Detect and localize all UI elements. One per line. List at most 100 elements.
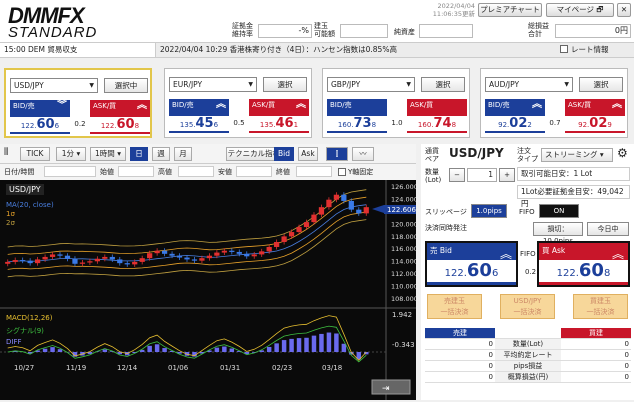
sell-close-all-button[interactable]: 売建玉 一括決済: [427, 294, 482, 319]
rate-panel-eurjpy[interactable]: EUR/JPY▼ 選択 BID/売︽135.456 0.5 ASK/買︽135.…: [164, 68, 312, 138]
macd-tick-low: -0.343: [392, 341, 415, 349]
hour-select[interactable]: 1時間 ▾: [90, 147, 126, 161]
table-row: 0平均約定レート0: [425, 350, 631, 361]
select-button[interactable]: 選択: [421, 77, 465, 92]
select-button[interactable]: 選択中: [104, 78, 148, 93]
y-tick-label: 108.000: [391, 295, 416, 303]
order-ask-button[interactable]: 買 Ask ︽ 122.608: [537, 241, 630, 287]
available-value: [340, 24, 388, 38]
margin-info: 1Lot必要証拠金目安：49,042円: [517, 185, 630, 199]
candle-body: [87, 261, 92, 262]
month-button[interactable]: 月: [174, 147, 192, 161]
bid-button[interactable]: BID/売︽135.456: [169, 99, 229, 133]
sell-header: 売建: [425, 328, 495, 339]
low-label: 安値: [218, 167, 232, 177]
day-button[interactable]: 日: [130, 147, 148, 161]
fifo-toggle[interactable]: ON: [539, 204, 579, 218]
candle-body: [42, 257, 47, 259]
y-tick-label: 116.000: [391, 245, 416, 253]
order-bid-button[interactable]: 売 Bid ︽ 122.606: [425, 241, 518, 287]
x-tick-label: 01/06: [168, 364, 189, 372]
datetime-value: [44, 166, 96, 177]
qty-minus-button[interactable]: −: [449, 168, 465, 182]
high-label: 高値: [158, 167, 172, 177]
macd-bar: [327, 333, 331, 352]
order-type-label: 注文 タイプ: [517, 147, 538, 163]
macd-bar: [274, 343, 278, 352]
minute-select[interactable]: 1分 ▾: [56, 147, 86, 161]
scroll-right-button[interactable]: [372, 380, 410, 394]
indicator-line: [8, 205, 367, 262]
qty-plus-button[interactable]: +: [499, 168, 515, 182]
qty-input[interactable]: 1: [467, 168, 497, 182]
price-chart[interactable]: 126.000124.000122.000120.000118.000116.0…: [0, 180, 416, 400]
candle-body: [35, 259, 40, 263]
buy-close-all-button[interactable]: 買建玉 一括決済: [573, 294, 628, 319]
candle-body: [102, 257, 107, 259]
pair-select[interactable]: USD/JPY▼: [10, 78, 98, 93]
order-type-select[interactable]: ストリーミング ▾: [541, 148, 613, 162]
candle-body: [349, 201, 354, 210]
chevron-double-up-icon: ︽: [296, 101, 306, 109]
macd-bar: [304, 338, 308, 352]
arrow-right-icon: ⇥: [382, 384, 390, 394]
ask-toggle[interactable]: Ask: [298, 147, 318, 161]
line-chart-icon[interactable]: 〰: [352, 147, 374, 161]
candle-chart-icon[interactable]: ⫿: [326, 147, 348, 161]
rate-panel-gbpjpy[interactable]: GBP/JPY▼ 選択 BID/売160.738 1.0 ASK/買160.74…: [322, 68, 470, 138]
macd-bar: [267, 347, 271, 352]
rate-panel-usdjpy[interactable]: USD/JPY▼ 選択中 BID/売︾122.606 0.2 ASK/買︽122…: [4, 68, 152, 138]
table-row: 0概算損益(円)0: [425, 372, 631, 383]
premium-chart-button[interactable]: プレミアチャート: [478, 3, 542, 17]
chart-svg[interactable]: 126.000124.000122.000120.000118.000116.0…: [0, 180, 416, 400]
ask-button[interactable]: ASK/買︽92.029: [565, 99, 625, 133]
macd-bar: [334, 333, 338, 352]
order-panel: 通貨 ペア USD/JPY 注文 タイプ ストリーミング ▾ ⚙ 数量 (Lot…: [421, 144, 634, 400]
select-button[interactable]: 選択: [263, 77, 307, 92]
pair-select[interactable]: AUD/JPY▼: [485, 77, 573, 92]
candle-body: [304, 222, 309, 227]
mypage-button[interactable]: マイページ 🗗: [546, 3, 614, 17]
week-button[interactable]: 週: [152, 147, 170, 161]
economic-event[interactable]: 15:00 DEM 貿易収支: [0, 43, 156, 57]
yfix-checkbox[interactable]: [338, 168, 346, 176]
select-button[interactable]: 選択: [579, 77, 623, 92]
stop-loss-button[interactable]: 損切：10.0pips: [533, 222, 583, 236]
bid-button[interactable]: BID/売160.738: [327, 99, 387, 133]
ask-button[interactable]: ASK/買︽135.461: [249, 99, 309, 133]
bid-price: 92.022: [485, 116, 545, 131]
macd-bar: [342, 344, 346, 352]
rate-info-checkbox[interactable]: [560, 45, 568, 53]
candle-body: [95, 259, 100, 261]
bid-price: 160.738: [327, 116, 387, 131]
ask-button[interactable]: ASK/買160.748: [407, 99, 467, 133]
today-button[interactable]: 今日中: [587, 222, 629, 236]
fifo-label: FIFO: [519, 208, 535, 216]
order-bid-price: 122.606: [427, 260, 516, 282]
pair-select[interactable]: EUR/JPY▼: [169, 77, 257, 92]
tick-button[interactable]: TICK: [20, 147, 50, 161]
y-tick-label: 120.000: [391, 220, 416, 228]
close-button[interactable]: ✕: [617, 3, 631, 17]
ask-button[interactable]: ASK/買︽122.608: [90, 100, 150, 134]
news-ticker[interactable]: 2022/04/04 10:29 香港株寄り付き（4日）：ハンセン指数は0.85…: [160, 43, 550, 57]
pair-close-all-button[interactable]: USD/JPY 一括決済: [500, 294, 555, 319]
macd-bar: [43, 349, 47, 352]
macd-bar: [147, 346, 151, 352]
bid-button[interactable]: BID/売︽92.022: [485, 99, 545, 133]
bid-button[interactable]: BID/売︾122.606: [10, 100, 70, 134]
spread: 0.2: [70, 120, 90, 128]
gear-icon[interactable]: ⚙: [617, 146, 628, 160]
candle-body: [132, 262, 137, 264]
candle-body: [147, 253, 152, 258]
bid-toggle[interactable]: Bid: [274, 147, 294, 161]
macd-bar: [297, 338, 301, 352]
total-pl-value: 0円: [555, 24, 631, 38]
candle-icon[interactable]: ⫴: [4, 147, 8, 158]
pair-select[interactable]: GBP/JPY▼: [327, 77, 415, 92]
rate-panel-audjpy[interactable]: AUD/JPY▼ 選択 BID/売︽92.022 0.7 ASK/買︽92.02…: [480, 68, 628, 138]
pair-label: 通貨 ペア: [425, 147, 439, 163]
slippage-button[interactable]: 1.0pips: [471, 204, 507, 218]
chevron-down-icon: ▼: [248, 78, 253, 91]
datetime-label: 日付/時間: [4, 167, 34, 177]
